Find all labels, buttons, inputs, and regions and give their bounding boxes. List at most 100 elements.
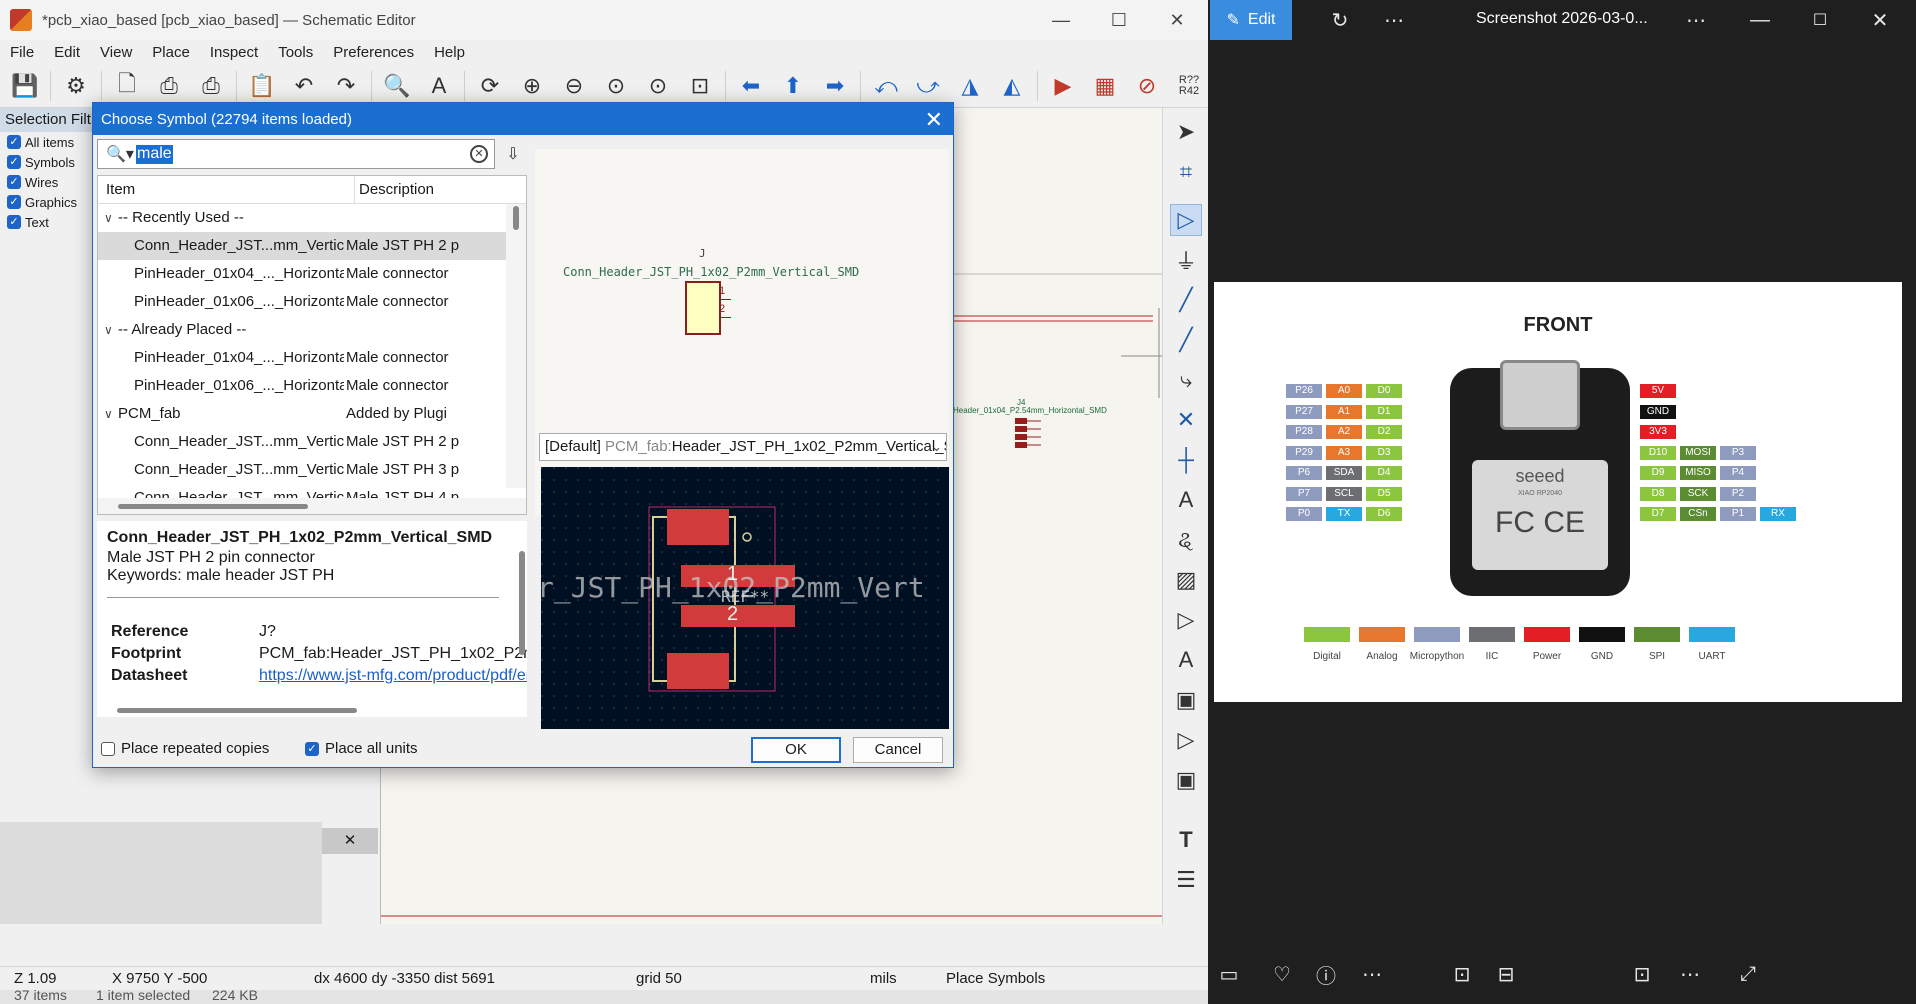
rotate-icon[interactable]: ↻: [1320, 0, 1360, 40]
detail-datasheet-link[interactable]: https://www.jst-mfg.com/product/pdf/eng/: [259, 667, 527, 685]
paste-icon[interactable]: 📋: [245, 69, 279, 103]
text-scan-icon[interactable]: ⊟: [1486, 954, 1526, 994]
tree-horizontal-scrollbar[interactable]: [98, 498, 526, 514]
details-horizontal-scrollbar[interactable]: [117, 708, 357, 713]
footprint-select[interactable]: [Default] PCM_fab:Header_JST_PH_1x02_P2m…: [539, 433, 947, 461]
bottom-more-icon[interactable]: ⋯: [1352, 954, 1392, 994]
annotate-badge[interactable]: R?? R42: [1172, 69, 1206, 103]
zoom-selection-icon[interactable]: ⊡: [683, 69, 717, 103]
tree-item-row[interactable]: PinHeader_01x04_..._Horizontal_SMDMale c…: [98, 344, 506, 372]
menu-preferences[interactable]: Preferences: [323, 44, 424, 61]
photos-minimize-button[interactable]: —: [1740, 0, 1780, 40]
add-wire-icon[interactable]: ╱: [1170, 284, 1202, 316]
add-power-icon[interactable]: ⏚: [1170, 244, 1202, 276]
print-icon[interactable]: ⎙: [152, 69, 186, 103]
tree-vertical-scrollbar[interactable]: [506, 204, 526, 488]
add-hierarchical-label-icon[interactable]: A: [1170, 644, 1202, 676]
zoom-objects-icon[interactable]: ⊙: [641, 69, 675, 103]
checkbox-checked-icon[interactable]: ✓: [7, 195, 21, 209]
close-panel-button[interactable]: ✕: [322, 828, 378, 854]
expand-chevron-icon[interactable]: ∨: [104, 211, 113, 225]
maximize-button[interactable]: ☐: [1090, 0, 1148, 40]
rotate-cw-icon[interactable]: ⤻: [911, 69, 945, 103]
undo-icon[interactable]: ↶: [287, 69, 321, 103]
tree-group-row[interactable]: ∨ -- Already Placed --: [98, 316, 506, 344]
navigate-up-icon[interactable]: ⬆: [776, 69, 810, 103]
more-options-icon[interactable]: ⋯: [1374, 0, 1414, 40]
ok-button[interactable]: OK: [751, 737, 841, 763]
add-sheet-pin-icon[interactable]: ▷: [1170, 724, 1202, 756]
close-button[interactable]: ✕: [1148, 0, 1206, 40]
zoom-fit-icon[interactable]: ⊙: [599, 69, 633, 103]
cancel-button[interactable]: Cancel: [853, 737, 943, 763]
mirror-horizontal-icon[interactable]: ◭: [995, 69, 1029, 103]
edit-button[interactable]: ✎ Edit: [1210, 0, 1292, 40]
zoom-out-icon[interactable]: ⊖: [557, 69, 591, 103]
page-settings-icon[interactable]: 🗋: [110, 69, 144, 103]
dialog-close-icon[interactable]: ✕: [925, 107, 943, 133]
menu-inspect[interactable]: Inspect: [200, 44, 268, 61]
tree-item-row[interactable]: Conn_Header_JST...mm_Vertical_SMDMale JS…: [98, 428, 506, 456]
rotate-ccw-icon[interactable]: ⤺: [869, 69, 903, 103]
details-vertical-scrollbar[interactable]: [519, 551, 525, 655]
schematic-setup-icon[interactable]: ⚙: [59, 69, 93, 103]
checkbox-checked-icon[interactable]: ✓: [7, 135, 21, 149]
checkbox-checked-icon[interactable]: ✓: [7, 215, 21, 229]
checkbox-checked-icon[interactable]: ✓: [7, 155, 21, 169]
tree-item-row[interactable]: Conn_Header_JST...mm_Vertical_SMDMale JS…: [98, 232, 506, 260]
add-junction-icon[interactable]: ┼: [1170, 444, 1202, 476]
expand-chevron-icon[interactable]: ∨: [104, 323, 113, 337]
filter-wires[interactable]: ✓ Wires: [0, 172, 92, 192]
tree-item-row[interactable]: PinHeader_01x06_..._Horizontal_SMDMale c…: [98, 372, 506, 400]
place-repeated-checkbox[interactable]: Place repeated copies: [101, 740, 269, 757]
filter-symbols[interactable]: ✓ Symbols: [0, 152, 92, 172]
annotate-icon[interactable]: ⊘: [1130, 69, 1164, 103]
sort-options-icon[interactable]: ⇩: [499, 141, 527, 169]
place-all-units-checkbox[interactable]: ✓ Place all units: [305, 740, 418, 757]
filmstrip-icon[interactable]: ▭: [1209, 954, 1249, 994]
filter-all-items[interactable]: ✓ All items: [0, 132, 92, 152]
checkbox-unchecked-icon[interactable]: [101, 741, 115, 756]
photos-maximize-button[interactable]: ☐: [1800, 0, 1840, 40]
plot-icon[interactable]: ⎙: [194, 69, 228, 103]
search-icon[interactable]: 🔍▾: [106, 144, 134, 164]
clear-search-icon[interactable]: ✕: [470, 145, 488, 163]
zoom-in-icon[interactable]: ⊕: [515, 69, 549, 103]
symbol-search-box[interactable]: 🔍▾ male ✕: [97, 139, 495, 169]
add-wire-to-bus-icon[interactable]: ⤷: [1170, 364, 1202, 396]
menu-file[interactable]: File: [0, 44, 44, 61]
fullscreen-icon[interactable]: ⤢: [1728, 954, 1768, 994]
add-global-label-icon[interactable]: ▷: [1170, 604, 1202, 636]
add-rule-area-icon[interactable]: ▨: [1170, 564, 1202, 596]
tree-item-row[interactable]: PinHeader_01x06_..._Horizontal_SMDMale c…: [98, 288, 506, 316]
zoom-more-icon[interactable]: ⋯: [1670, 954, 1710, 994]
symbol-library-browser-icon[interactable]: ▦: [1088, 69, 1122, 103]
column-description-header[interactable]: Description: [354, 176, 434, 204]
favorite-icon[interactable]: ♡: [1262, 954, 1302, 994]
find-replace-icon[interactable]: A: [422, 69, 456, 103]
redo-icon[interactable]: ↷: [329, 69, 363, 103]
add-sheet-icon[interactable]: ▣: [1170, 684, 1202, 716]
filter-text[interactable]: ✓ Text: [0, 212, 92, 232]
menu-view[interactable]: View: [90, 44, 142, 61]
symbol-editor-icon[interactable]: ▶: [1046, 69, 1080, 103]
column-item-header[interactable]: Item: [106, 181, 135, 198]
menu-tools[interactable]: Tools: [268, 44, 323, 61]
menu-edit[interactable]: Edit: [44, 44, 90, 61]
title-more-icon[interactable]: ⋯: [1676, 0, 1716, 40]
add-bus-icon[interactable]: ╱: [1170, 324, 1202, 356]
add-textbox-icon[interactable]: ☰: [1170, 864, 1202, 896]
menu-help[interactable]: Help: [424, 44, 475, 61]
save-icon[interactable]: 💾: [8, 69, 42, 103]
visual-search-icon[interactable]: ⊡: [1442, 954, 1482, 994]
minimize-button[interactable]: —: [1032, 0, 1090, 40]
select-tool-icon[interactable]: ➤: [1170, 116, 1202, 148]
expand-chevron-icon[interactable]: ∨: [104, 407, 113, 421]
import-sheet-pin-icon[interactable]: ▣: [1170, 764, 1202, 796]
menu-place[interactable]: Place: [142, 44, 200, 61]
fit-to-window-icon[interactable]: ⊡: [1622, 954, 1662, 994]
add-symbol-icon[interactable]: ▷: [1170, 204, 1202, 236]
search-input[interactable]: male: [136, 145, 173, 164]
add-text-icon[interactable]: T: [1170, 824, 1202, 856]
tree-group-row[interactable]: ∨ -- Recently Used --: [98, 204, 506, 232]
